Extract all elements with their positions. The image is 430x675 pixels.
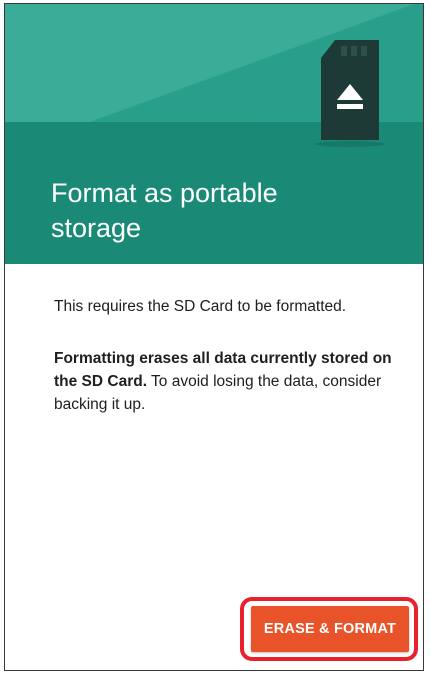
dialog-title: Format as portable storage (51, 178, 278, 243)
sd-card-eject-icon (321, 40, 379, 140)
dialog-warning: Formatting erases all data currently sto… (54, 347, 394, 416)
dialog-message: This requires the SD Card to be formatte… (54, 298, 347, 315)
erase-and-format-button[interactable]: ERASE & FORMAT (251, 606, 409, 652)
dialog-header: Format as portable storage (5, 4, 423, 264)
sd-card-shadow (315, 141, 385, 147)
dialog-frame: Format as portable storage This requires… (4, 3, 424, 671)
